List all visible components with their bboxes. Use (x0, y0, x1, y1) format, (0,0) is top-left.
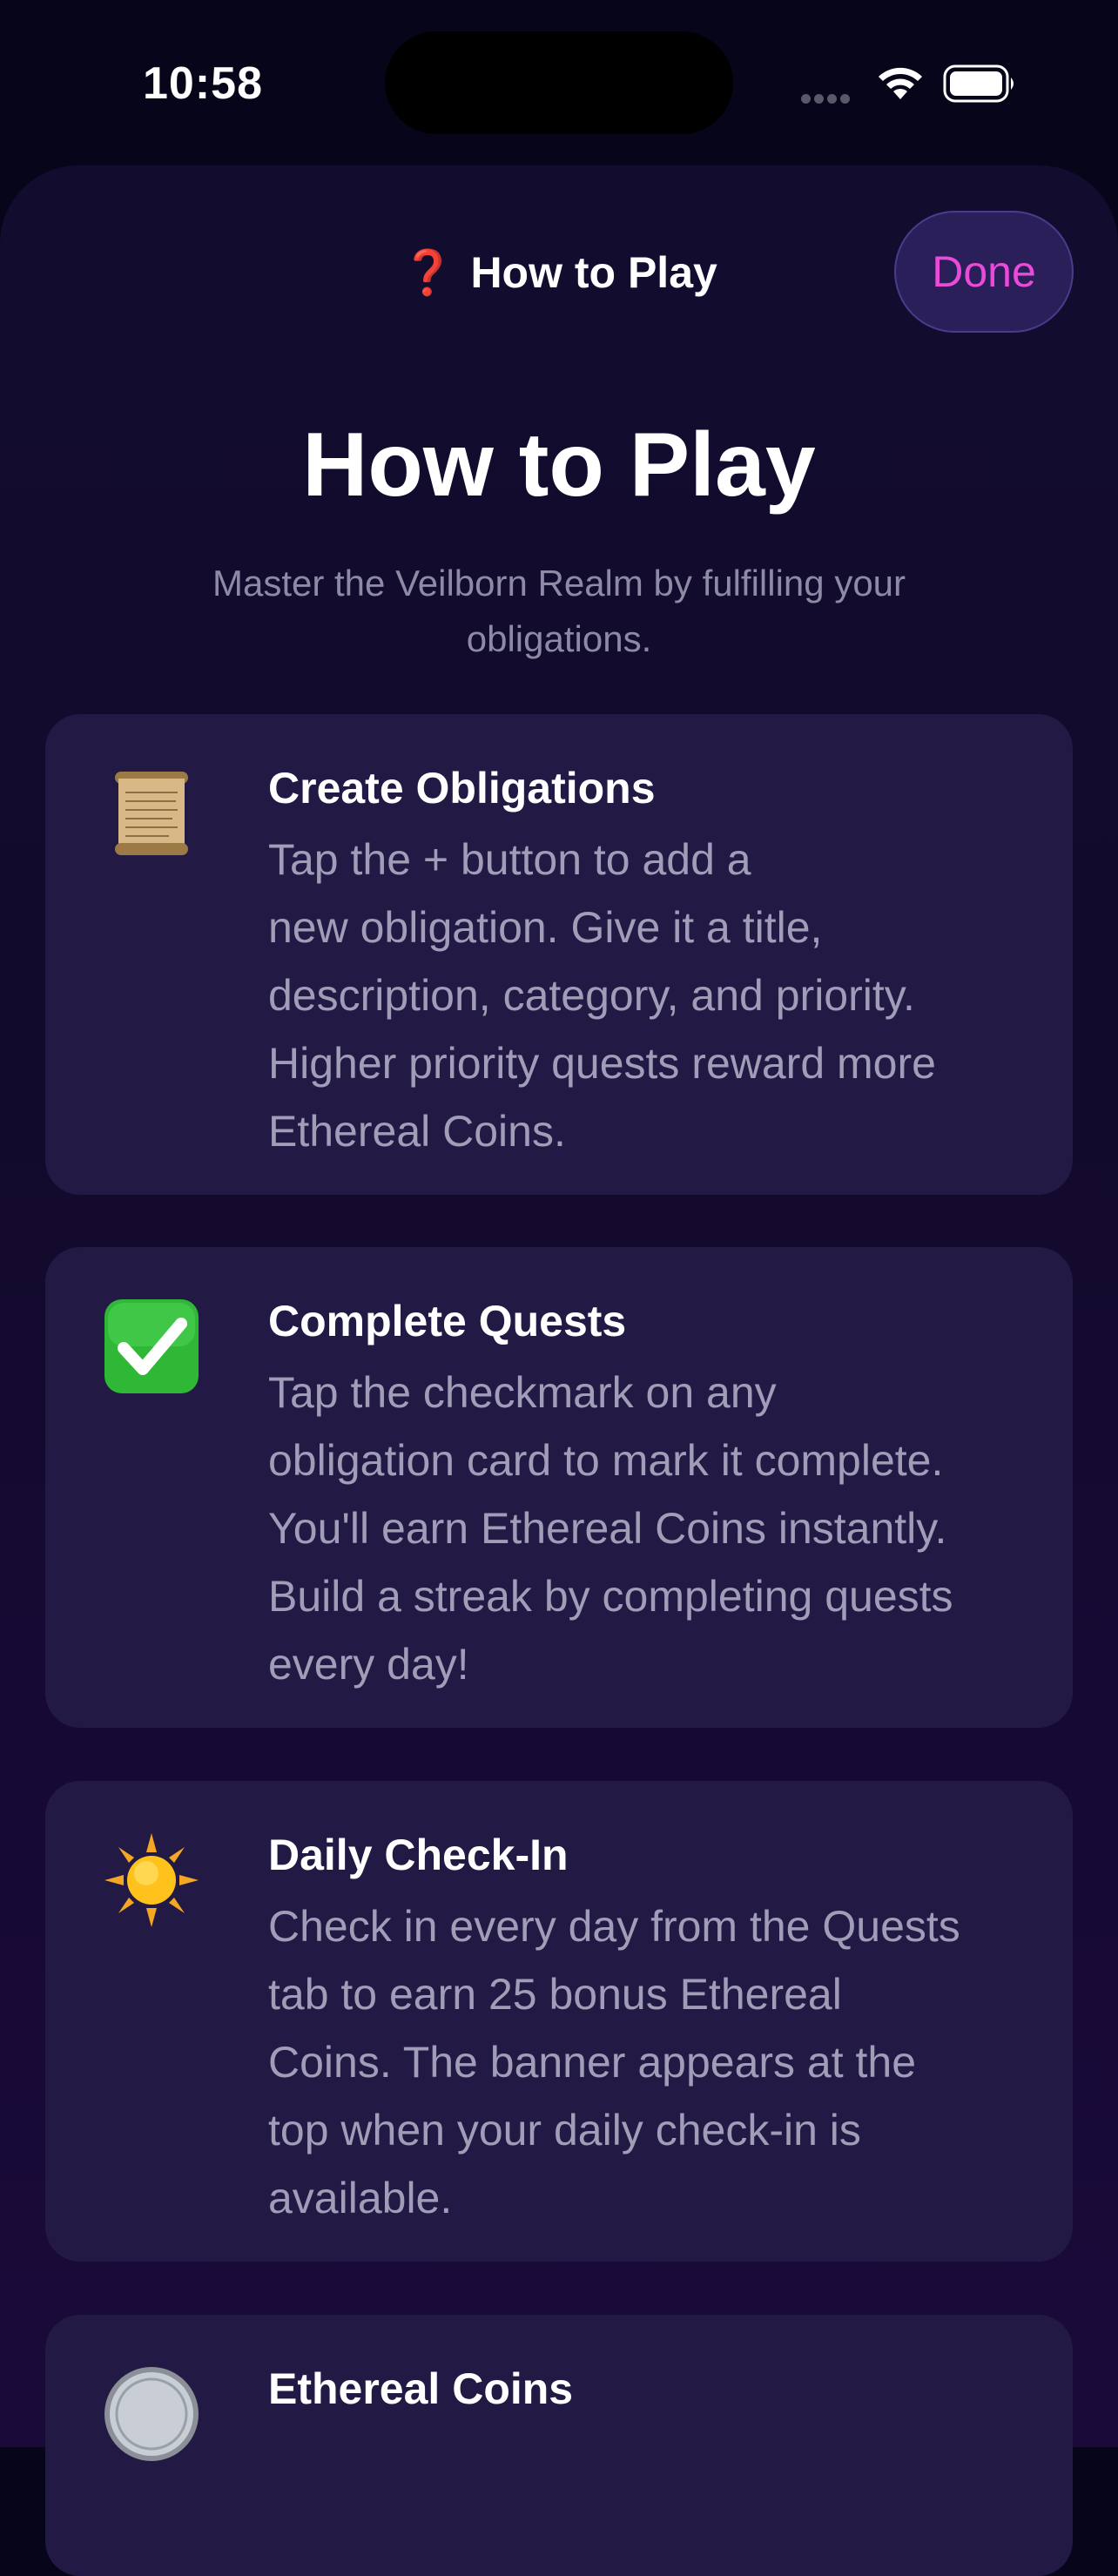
done-button[interactable]: Done (894, 211, 1074, 333)
coin-icon (104, 2367, 199, 2461)
card-title: Ethereal Coins (268, 2364, 574, 2413)
cellular-signal-icon (801, 92, 853, 108)
how-to-play-sheet: ❓ How to Play Done How to Play Master the… (0, 165, 1118, 2576)
card-title: Create Obligations (268, 764, 656, 813)
card-ethereal-coins: Ethereal Coins (45, 2315, 1073, 2576)
card-daily-check-in: Daily Check-In Check in every day from t… (45, 1781, 1073, 2262)
card-description: Tap the + button to add a new obligation… (268, 835, 936, 1156)
check-mark-icon (104, 1299, 199, 1393)
card-description: Check in every day from the Quests tab t… (268, 1902, 960, 2222)
card-create-obligations: Create Obligations Tap the + button to a… (45, 714, 1073, 1195)
card-title: Complete Quests (268, 1297, 627, 1345)
page-title: How to Play (302, 415, 816, 516)
nav-title-text: How to Play (470, 248, 717, 297)
card-description: Tap the checkmark on any obligation card… (268, 1368, 953, 1689)
navigation-bar: ❓ How to Play Done (0, 165, 1118, 340)
status-time: 10:58 (143, 58, 263, 109)
wifi-icon (879, 67, 922, 99)
battery-icon (943, 64, 1014, 103)
scroll-icon (115, 772, 188, 855)
question-mark-icon: ❓ (401, 248, 455, 297)
card-title: Daily Check-In (268, 1831, 569, 1879)
page-subtitle: Master the Veilborn Realm by fulfilling … (212, 563, 906, 659)
dynamic-island (385, 31, 733, 134)
card-complete-quests: Complete Quests Tap the checkmark on any… (45, 1247, 1073, 1728)
status-bar: 10:58 (0, 0, 1118, 165)
sun-icon (104, 1833, 199, 1927)
